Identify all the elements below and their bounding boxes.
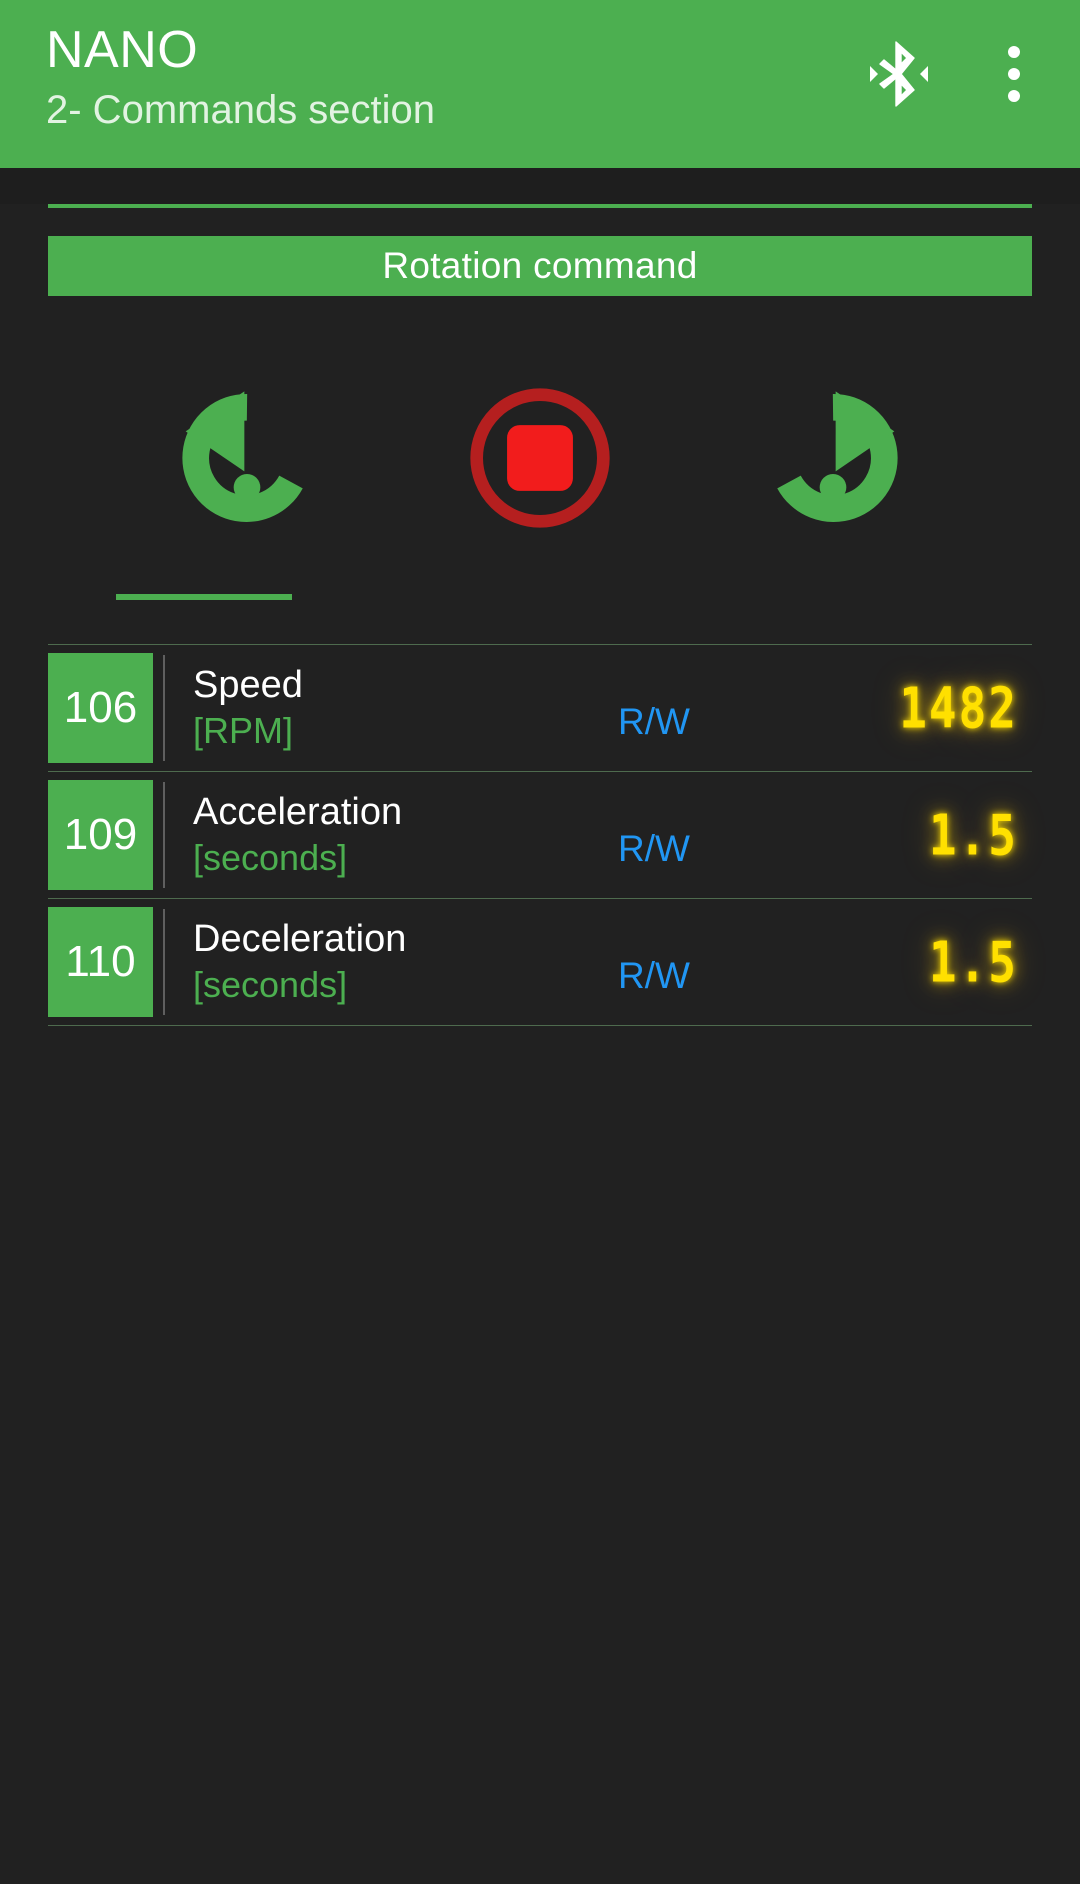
row-name: Deceleration [193,918,407,960]
stop-button[interactable] [448,366,633,551]
rotation-command-header: Rotation command [48,236,1032,296]
rotate-ccw-button[interactable] [155,366,340,551]
app-bar-actions [868,0,1080,110]
row-labels: Deceleration [seconds] [165,899,618,1025]
row-index-badge: 110 [48,907,153,1017]
overflow-dot [1008,90,1020,102]
stop-circle-icon [464,382,616,534]
row-name: Acceleration [193,791,403,833]
bluetooth-connected-icon[interactable] [868,38,930,110]
row-access-label: R/W [618,955,690,996]
row-index-value: 109 [63,810,138,859]
row-value[interactable]: 1482 [808,645,1032,771]
row-unit: [RPM] [193,710,294,751]
top-divider [48,204,1032,208]
row-access-label: R/W [618,828,690,869]
rotate-left-icon [167,378,327,538]
rotate-right-icon [753,378,913,538]
table-row[interactable]: 106 Speed [RPM] R/W 1482 [48,645,1032,772]
row-name: Speed [193,664,303,706]
row-value-display: 1.5 [928,929,1018,995]
overflow-dot [1008,46,1020,58]
rotate-cw-button[interactable] [741,366,926,551]
row-value-display: 1482 [899,675,1018,741]
tab-indicator-container [0,594,1080,600]
tab-indicator [116,594,292,600]
row-labels: Acceleration [seconds] [165,772,618,898]
rotation-command-label: Rotation command [382,245,698,286]
row-access: R/W [618,645,808,771]
page-subtitle: 2- Commands section [46,88,436,132]
row-index-value: 106 [63,683,138,732]
row-value[interactable]: 1.5 [808,772,1032,898]
row-index-badge: 106 [48,653,153,763]
row-access: R/W [618,772,808,898]
rotation-controls [0,358,1080,558]
row-index-value: 110 [65,937,136,986]
table-row[interactable]: 109 Acceleration [seconds] R/W 1.5 [48,772,1032,899]
app-bar-titles: NANO 2- Commands section [0,0,868,138]
row-value-display: 1.5 [928,802,1018,868]
row-labels: Speed [RPM] [165,645,618,771]
row-value[interactable]: 1.5 [808,899,1032,1025]
app-bar: NANO 2- Commands section [0,0,1080,168]
row-unit: [seconds] [193,837,348,878]
row-access-label: R/W [618,701,690,742]
row-index-badge: 109 [48,780,153,890]
parameter-table: 106 Speed [RPM] R/W 1482 109 Acceleratio… [48,644,1032,1026]
overflow-dot [1008,68,1020,80]
page-title: NANO [46,21,199,79]
row-unit: [seconds] [193,964,348,1005]
row-access: R/W [618,899,808,1025]
main-content: Rotation command 106 Speed [RPM] R/W 148… [0,204,1080,1884]
table-row[interactable]: 110 Deceleration [seconds] R/W 1.5 [48,899,1032,1026]
more-vertical-icon[interactable] [988,38,1040,110]
